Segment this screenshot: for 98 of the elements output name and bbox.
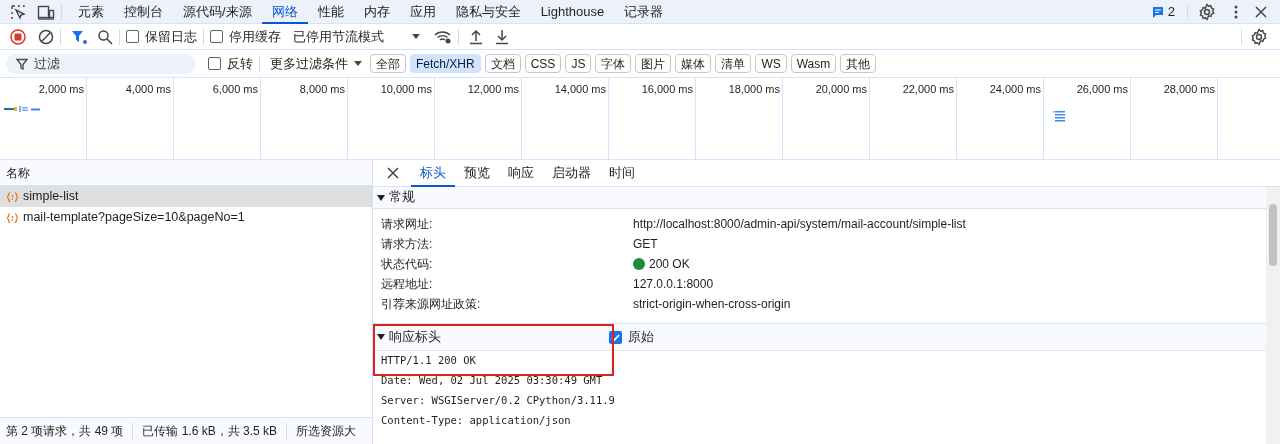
- filter-icon[interactable]: [71, 28, 87, 45]
- type-filter-chip[interactable]: Wasm: [790, 54, 837, 73]
- panel-tab[interactable]: 控制台: [114, 0, 173, 24]
- header-value: http://localhost:8000/admin-api/system/mail-account/simple-list: [633, 216, 966, 233]
- invert-checkbox[interactable]: [208, 57, 221, 70]
- checkbox-label: 反转: [227, 54, 253, 73]
- checkbox-label: 原始: [628, 328, 654, 346]
- raw-header-line: Server: WSGIServer/0.2 CPython/3.11.9: [380, 393, 616, 409]
- caret-icon: [412, 34, 420, 39]
- request-row[interactable]: simple-list: [0, 186, 372, 207]
- header-name: 请求网址:: [380, 216, 434, 233]
- header-value: GET: [633, 236, 658, 253]
- timeline-tick-label: 26,000 ms: [1076, 82, 1128, 95]
- filter-icon: [16, 57, 28, 70]
- waterfall-drawing: [1052, 108, 1066, 122]
- detail-tab[interactable]: 预览: [455, 159, 499, 187]
- detail-tab[interactable]: 响应: [499, 159, 543, 187]
- network-conditions-icon[interactable]: [434, 29, 452, 44]
- xhr-icon: [6, 211, 19, 224]
- header-name: 远程地址:: [380, 276, 434, 293]
- status-text: 已传输 1.6 kB，共 3.5 kB: [142, 423, 278, 440]
- raw-header-line: Date: Wed, 02 Jul 2025 03:30:49 GMT: [380, 373, 604, 389]
- triangle-icon: [377, 193, 385, 202]
- scrollbar-thumb[interactable]: [1269, 204, 1277, 266]
- filter-field[interactable]: 过滤: [6, 53, 196, 74]
- stop-recording-icon[interactable]: [10, 28, 26, 45]
- type-filter-chip[interactable]: 清单: [715, 54, 752, 73]
- header-name: 状态代码:: [380, 256, 434, 273]
- panel-tab[interactable]: 网络: [261, 0, 308, 24]
- type-filter-chip[interactable]: 字体: [595, 54, 632, 73]
- preserve-log-checkbox[interactable]: [126, 30, 139, 43]
- inspect-icon[interactable]: [10, 3, 26, 20]
- type-filter-chip[interactable]: 全部: [370, 54, 406, 73]
- issues-button[interactable]: 2: [1145, 1, 1181, 22]
- checkbox-label: 停用缓存: [229, 27, 281, 46]
- status-text: 第 2 项请求，共 49 项: [6, 423, 124, 440]
- disable-cache-checkbox[interactable]: [210, 30, 223, 43]
- timeline-tick-label: 6,000 ms: [212, 82, 258, 95]
- panel-tab[interactable]: 元素: [68, 0, 114, 24]
- type-filter-chip[interactable]: 图片: [635, 54, 672, 73]
- column-header: 名称: [6, 164, 30, 182]
- more-filters-dropdown[interactable]: 更多过滤条件: [270, 53, 362, 74]
- raw-header-line: Content-Type: application/json: [380, 413, 572, 429]
- panel-tab[interactable]: 隐私与安全: [445, 0, 531, 24]
- search-icon[interactable]: [97, 28, 113, 45]
- request-name: mail-template?pageSize=10&pageNo=1: [23, 209, 245, 227]
- type-filter-chip[interactable]: CSS: [524, 54, 562, 73]
- timeline-tick-label: 18,000 ms: [728, 82, 780, 95]
- type-filter-chip[interactable]: WS: [755, 54, 787, 73]
- type-filter-chip[interactable]: Fetch/XHR: [410, 54, 481, 73]
- raw-header-line: HTTP/1.1 200 OK: [380, 353, 477, 369]
- checkbox-label: 保留日志: [145, 27, 197, 46]
- status-text: 所选资源大: [296, 423, 357, 440]
- header-value: 127.0.0.1:8000: [633, 276, 714, 293]
- timeline-tick-label: 16,000 ms: [641, 82, 693, 95]
- timeline-tick-label: 14,000 ms: [554, 82, 606, 95]
- panel-tab[interactable]: 记录器: [614, 0, 674, 24]
- timeline-tick-label: 24,000 ms: [989, 82, 1041, 95]
- caret-icon: [354, 61, 362, 66]
- type-filter-chip[interactable]: JS: [565, 54, 592, 73]
- panel-tab[interactable]: 内存: [353, 0, 400, 24]
- detail-tab[interactable]: 时间: [600, 159, 644, 187]
- close-icon[interactable]: [387, 167, 399, 179]
- clear-icon[interactable]: [38, 28, 54, 45]
- header-name: 请求方法:: [380, 236, 434, 253]
- timeline-tick-label: 10,000 ms: [380, 82, 432, 95]
- panel-tab[interactable]: Lighthouse: [530, 0, 615, 24]
- panel-tab[interactable]: 源代码/来源: [173, 0, 262, 24]
- timeline-tick-label: 2,000 ms: [38, 82, 84, 95]
- section-header[interactable]: 常规: [373, 187, 1266, 209]
- message-icon: [1151, 5, 1164, 18]
- timeline-tick-label: 22,000 ms: [902, 82, 954, 95]
- timeline-tick-label: 20,000 ms: [815, 82, 867, 95]
- triangle-icon: [377, 333, 385, 341]
- panel-tab[interactable]: 性能: [307, 0, 354, 24]
- detail-tab[interactable]: 启动器: [543, 159, 600, 187]
- upload-icon[interactable]: [469, 28, 483, 45]
- header-value: 200 OK: [649, 256, 690, 273]
- panel-tab[interactable]: 应用: [399, 0, 446, 24]
- section-header[interactable]: 响应标头 原始: [373, 324, 1266, 351]
- timeline-tick-label: 12,000 ms: [467, 82, 519, 95]
- download-icon[interactable]: [495, 28, 509, 45]
- type-filter-chip[interactable]: 其他: [840, 54, 877, 73]
- timeline-tick-label: 8,000 ms: [299, 82, 345, 95]
- throttling-dropdown[interactable]: 已停用节流模式: [293, 26, 420, 47]
- settings-icon[interactable]: [1250, 27, 1268, 46]
- timeline-tick-label: 28,000 ms: [1163, 82, 1215, 95]
- header-name: 引荐来源网址政策:: [380, 296, 482, 313]
- type-filter-chip[interactable]: 媒体: [675, 54, 712, 73]
- device-toolbar-icon[interactable]: [37, 3, 55, 20]
- request-name: simple-list: [23, 188, 79, 206]
- xhr-icon: [6, 190, 19, 203]
- header-value: strict-origin-when-cross-origin: [633, 296, 791, 313]
- waterfall-drawing: [2, 106, 42, 112]
- timeline-tick-label: 4,000 ms: [125, 82, 171, 95]
- close-icon[interactable]: [1254, 4, 1268, 19]
- settings-icon[interactable]: [1198, 2, 1216, 21]
- type-filter-chip[interactable]: 文档: [484, 54, 521, 73]
